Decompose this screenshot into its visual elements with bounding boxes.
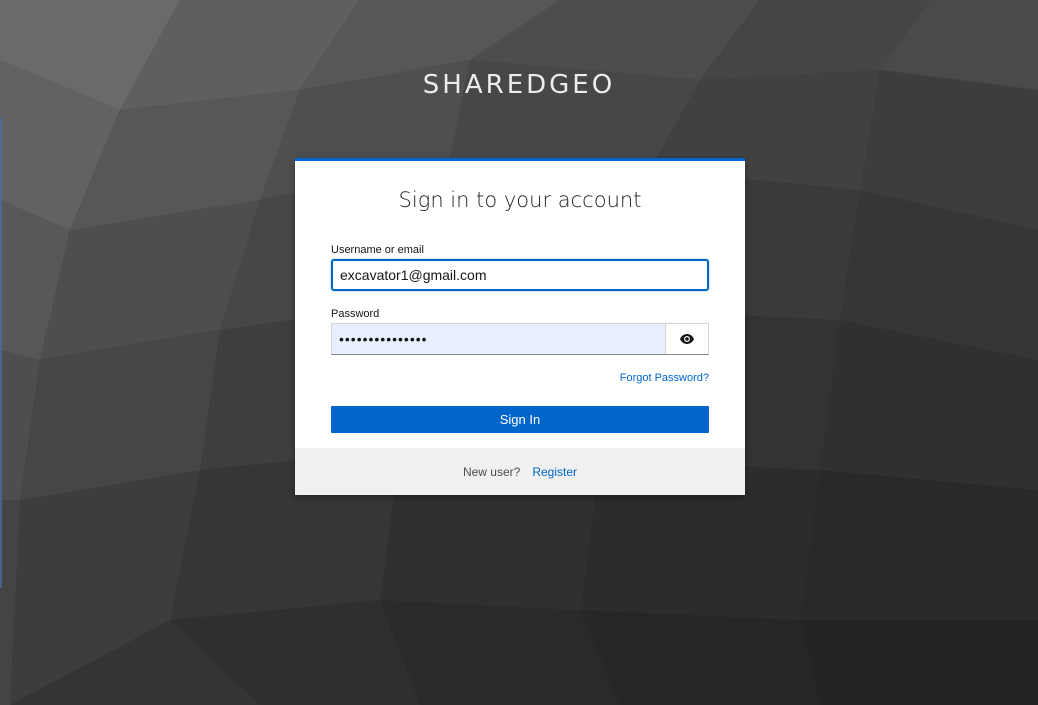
sign-in-button[interactable]: Sign In — [331, 406, 709, 433]
register-link[interactable]: Register — [532, 465, 577, 479]
login-card: Sign in to your account Username or emai… — [295, 158, 745, 495]
show-password-button[interactable] — [665, 324, 708, 354]
login-title: Sign in to your account — [398, 188, 642, 212]
eye-icon — [680, 332, 694, 347]
brand-logo-text: SHAREDGEO — [422, 70, 616, 100]
password-label: Password — [331, 308, 380, 320]
card-footer: New user? Register — [295, 448, 745, 495]
window-edge-accent — [0, 118, 2, 588]
username-input[interactable] — [331, 259, 709, 291]
new-user-text: New user? — [462, 464, 521, 479]
username-label: Username or email — [331, 244, 424, 256]
password-field-group — [331, 323, 709, 355]
forgot-password-link[interactable]: Forgot Password? — [620, 372, 709, 384]
password-input[interactable] — [332, 324, 665, 354]
